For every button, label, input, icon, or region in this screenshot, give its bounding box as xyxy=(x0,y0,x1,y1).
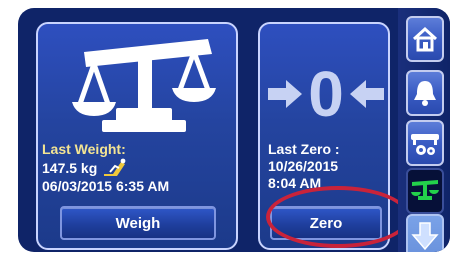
last-weight-label: Last Weight: xyxy=(42,141,126,157)
weight-value: 147.5 kg xyxy=(42,159,98,176)
last-zero-date: 10/26/2015 xyxy=(268,158,339,174)
weight-datetime: 06/03/2015 6:35 AM xyxy=(42,178,170,194)
zero-panel: 0 Last Zero : 10/26/2015 8:04 AM Zero xyxy=(258,22,390,250)
last-zero-info: Last Zero : 10/26/2015 8:04 AM xyxy=(268,141,340,192)
zero-arrows-icon: 0 xyxy=(268,58,384,130)
zero-digit: 0 xyxy=(308,58,344,130)
sidebar-item-scroll-down[interactable] xyxy=(406,214,444,252)
bell-icon xyxy=(414,81,436,106)
scale-icon xyxy=(411,180,439,200)
down-arrow-icon xyxy=(411,222,439,251)
last-zero-time: 8:04 AM xyxy=(268,175,322,191)
sidebar-item-home[interactable] xyxy=(406,16,444,62)
last-zero-label: Last Zero : xyxy=(268,141,340,157)
zero-button[interactable]: Zero xyxy=(270,206,382,240)
bed-settings-icon xyxy=(411,134,439,155)
home-icon xyxy=(412,26,438,52)
last-weight-info: Last Weight: 147.5 kg 06/03/2015 6:35 AM xyxy=(42,141,169,195)
sidebar-item-bed-settings[interactable] xyxy=(406,120,444,166)
screen: Last Weight: 147.5 kg 06/03/2015 6:35 AM… xyxy=(18,8,450,252)
weigh-panel: Last Weight: 147.5 kg 06/03/2015 6:35 AM… xyxy=(36,22,238,250)
recliner-icon xyxy=(104,158,126,176)
scale-icon xyxy=(72,39,216,132)
sidebar-item-scale[interactable] xyxy=(406,168,444,214)
sidebar-item-alarm[interactable] xyxy=(406,70,444,116)
weigh-button[interactable]: Weigh xyxy=(60,206,216,240)
sidebar xyxy=(398,8,450,252)
weight-row: 147.5 kg xyxy=(42,158,169,178)
